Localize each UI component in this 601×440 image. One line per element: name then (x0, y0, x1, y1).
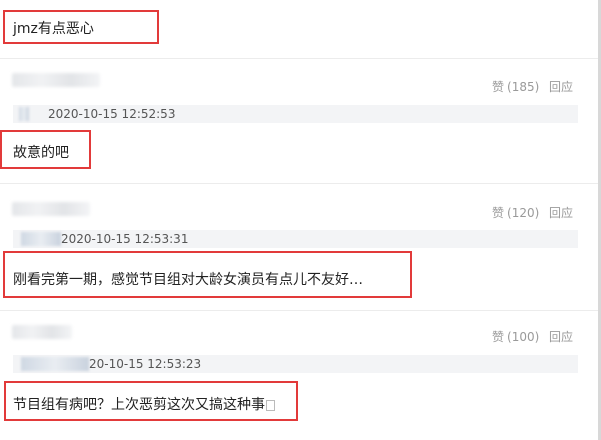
like-label: 赞 (492, 330, 505, 344)
comment-text: 故意的吧 (13, 145, 69, 161)
reply-button[interactable]: 回应 (549, 204, 573, 221)
like-label: 赞 (492, 80, 505, 94)
like-count: (120) (507, 206, 540, 220)
like-label: 赞 (492, 206, 505, 220)
reply-button[interactable]: 回应 (549, 328, 573, 345)
comment-meta-bar: 2020-10-15 12:52:53 (13, 105, 578, 123)
like-button[interactable]: 赞 (120) (492, 204, 539, 221)
comment-text: jmz有点恶心 (13, 21, 94, 37)
divider (0, 310, 598, 311)
comment-meta-bar: 2020-10-15 12:53:31 (13, 230, 578, 248)
divider (0, 58, 598, 59)
divider (0, 183, 598, 184)
user-id-blurred (19, 107, 29, 121)
like-count: (185) (507, 80, 540, 94)
truncation-icon (266, 399, 275, 411)
comment-meta-bar: 20-10-15 12:53:23 (13, 355, 578, 373)
timestamp: 20-10-15 12:53:23 (89, 357, 202, 371)
like-count: (100) (507, 330, 540, 344)
timestamp: 2020-10-15 12:53:31 (61, 232, 189, 246)
comment-text-content: 节目组有病吧？上次恶剪这次又搞这种事 (13, 397, 265, 413)
username-blurred (12, 325, 72, 339)
comment-text: 节目组有病吧？上次恶剪这次又搞这种事 (13, 394, 275, 414)
reply-button[interactable]: 回应 (549, 78, 573, 95)
user-id-blurred (21, 357, 89, 371)
like-button[interactable]: 赞 (100) (492, 328, 539, 345)
username-blurred (12, 202, 90, 216)
comment-text: 刚看完第一期，感觉节目组对大龄女演员有点儿不友好… (13, 272, 363, 288)
like-button[interactable]: 赞 (185) (492, 78, 539, 95)
username-blurred (12, 73, 100, 87)
timestamp: 2020-10-15 12:52:53 (48, 107, 176, 121)
user-id-blurred (21, 232, 61, 246)
